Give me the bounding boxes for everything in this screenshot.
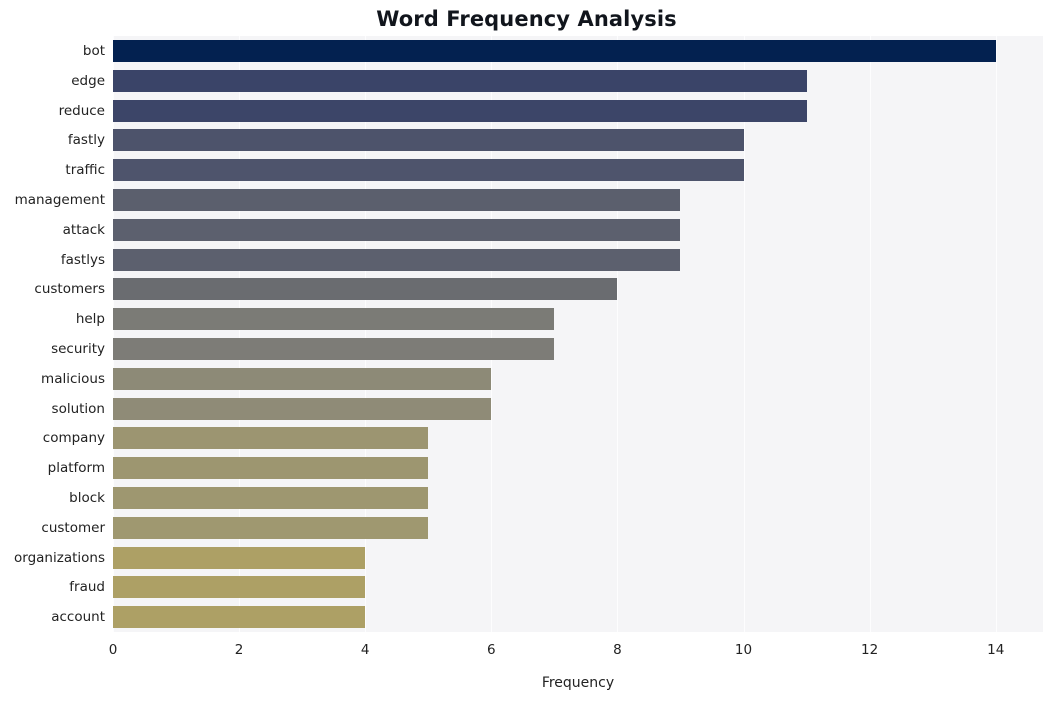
bar-row bbox=[113, 516, 1043, 539]
chart-title: Word Frequency Analysis bbox=[376, 7, 677, 31]
x-tick-label-2: 2 bbox=[234, 642, 244, 658]
bar-row bbox=[113, 576, 1043, 599]
y-tick-label-fraud: fraud bbox=[69, 579, 105, 596]
bar-row bbox=[113, 367, 1043, 390]
x-tick-label-14: 14 bbox=[987, 642, 1005, 658]
bar-row bbox=[113, 39, 1043, 62]
bar-row bbox=[113, 99, 1043, 122]
x-tick-label-6: 6 bbox=[487, 642, 496, 658]
chart-figure: Word Frequency Analysis bot edge reduce fas… bbox=[0, 0, 1053, 701]
bar-fraud[interactable] bbox=[113, 576, 366, 599]
bar-row bbox=[113, 546, 1043, 569]
bar-row bbox=[113, 248, 1043, 271]
bar-solution[interactable] bbox=[113, 397, 492, 420]
x-axis-title: Frequency bbox=[541, 675, 615, 691]
y-tick-label-customers: customers bbox=[34, 281, 105, 298]
bar-account[interactable] bbox=[113, 606, 366, 629]
bar-fastlys[interactable] bbox=[113, 248, 681, 271]
y-tick-label-fastlys: fastlys bbox=[60, 251, 105, 268]
y-tick-label-traffic: traffic bbox=[65, 162, 105, 179]
y-tick-label-help: help bbox=[75, 311, 105, 328]
bar-bot[interactable] bbox=[113, 39, 996, 62]
bar-fastly[interactable] bbox=[113, 129, 744, 152]
y-tick-label-edge: edge bbox=[71, 72, 105, 89]
y-tick-label-account: account bbox=[51, 609, 105, 626]
bar-row bbox=[113, 129, 1043, 152]
y-tick-label-security: security bbox=[51, 340, 105, 357]
bar-row bbox=[113, 278, 1043, 301]
bar-row bbox=[113, 159, 1043, 182]
bar-platform[interactable] bbox=[113, 457, 429, 480]
bar-row bbox=[113, 397, 1043, 420]
y-tick-label-malicious: malicious bbox=[41, 370, 105, 387]
bars-layer bbox=[113, 36, 1043, 632]
x-tick-label-0: 0 bbox=[108, 642, 118, 658]
bar-malicious[interactable] bbox=[113, 367, 492, 390]
bar-row bbox=[113, 188, 1043, 211]
bar-edge[interactable] bbox=[113, 69, 807, 92]
y-tick-label-customer: customer bbox=[41, 519, 105, 536]
y-tick-label-reduce: reduce bbox=[58, 102, 105, 119]
bar-help[interactable] bbox=[113, 308, 555, 331]
x-tick-label-4: 4 bbox=[360, 642, 370, 658]
bar-security[interactable] bbox=[113, 337, 555, 360]
y-tick-label-bot: bot bbox=[82, 42, 105, 59]
bar-row bbox=[113, 427, 1043, 450]
x-axis: 0 2 4 6 8 10 12 14 bbox=[109, 632, 1043, 662]
y-tick-label-solution: solution bbox=[51, 400, 105, 417]
bar-row bbox=[113, 337, 1043, 360]
bar-attack[interactable] bbox=[113, 218, 681, 241]
x-tick-label-12: 12 bbox=[861, 642, 879, 658]
y-tick-label-block: block bbox=[69, 489, 105, 506]
bar-row bbox=[113, 606, 1043, 629]
y-tick-label-management: management bbox=[14, 191, 105, 208]
bar-customer[interactable] bbox=[113, 516, 429, 539]
y-tick-label-organizations: organizations bbox=[14, 549, 105, 566]
bar-organizations[interactable] bbox=[113, 546, 366, 569]
y-tick-label-fastly: fastly bbox=[67, 132, 105, 149]
bar-traffic[interactable] bbox=[113, 159, 744, 182]
bar-row bbox=[113, 486, 1043, 509]
bar-row bbox=[113, 457, 1043, 480]
bar-management[interactable] bbox=[113, 188, 681, 211]
bar-row bbox=[113, 308, 1043, 331]
bar-block[interactable] bbox=[113, 486, 429, 509]
bar-row bbox=[113, 218, 1043, 241]
y-tick-label-company: company bbox=[42, 430, 105, 447]
bar-reduce[interactable] bbox=[113, 99, 807, 122]
plot-area bbox=[113, 36, 1043, 632]
y-tick-label-platform: platform bbox=[47, 460, 105, 477]
bar-company[interactable] bbox=[113, 427, 429, 450]
bar-row bbox=[113, 69, 1043, 92]
y-axis: bot edge reduce fastly traffic management atta… bbox=[0, 36, 105, 632]
x-tick-label-10: 10 bbox=[734, 642, 753, 658]
y-tick-label-attack: attack bbox=[62, 221, 105, 238]
bar-customers[interactable] bbox=[113, 278, 618, 301]
x-tick-label-8: 8 bbox=[613, 642, 622, 658]
